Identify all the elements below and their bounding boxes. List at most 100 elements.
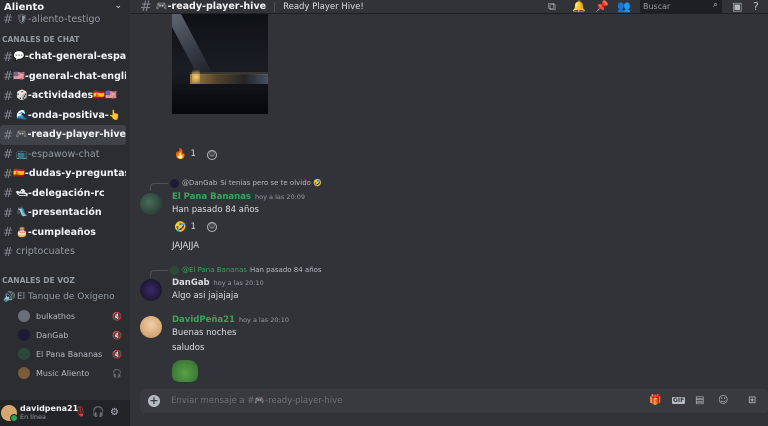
category-voice[interactable]: CANALES DE VOZ bbox=[0, 262, 130, 288]
voice-user[interactable]: bulkathos 🔇 bbox=[0, 307, 130, 326]
sidebar-channel[interactable]: #🇺🇸-general-chat-english bbox=[0, 67, 126, 87]
channel-list: #💬-chat-general-español#🇺🇸-general-chat-… bbox=[0, 47, 130, 262]
image-attachment[interactable] bbox=[172, 14, 268, 114]
avatar[interactable] bbox=[140, 316, 162, 338]
sticker-icon[interactable]: ▤ bbox=[695, 395, 704, 406]
channel-label: criptocuates bbox=[16, 246, 75, 258]
reply-reference[interactable]: @DanGab Si tenias pero se te olvido 🤣 bbox=[150, 178, 322, 191]
voice-user[interactable]: Music Aliento 🎧 bbox=[0, 364, 130, 383]
add-reaction-icon[interactable]: ☺ bbox=[207, 150, 217, 160]
reaction-count: 1 bbox=[190, 149, 196, 159]
sidebar-channel[interactable]: # 🎂-cumpleaños bbox=[0, 223, 126, 243]
search-input[interactable]: Buscar ⌕ bbox=[640, 0, 722, 13]
hash-icon: # bbox=[3, 147, 14, 162]
fire-emoji: 🔥 bbox=[174, 148, 187, 160]
user-status: En línea bbox=[20, 413, 47, 421]
sidebar-channel[interactable]: #💬-chat-general-español bbox=[0, 47, 126, 67]
sidebar-channel-top[interactable]: # 🛡-aliento-testigo bbox=[0, 14, 126, 24]
add-reaction-icon[interactable]: ☺ bbox=[207, 222, 217, 232]
voice-user[interactable]: DanGab 🔇 bbox=[0, 326, 130, 345]
user-panel: davidpena21 En línea 🎙 🎧 ⚙ bbox=[0, 400, 130, 426]
gift-icon[interactable]: 🎁 bbox=[649, 395, 661, 406]
members-icon[interactable]: 👥 bbox=[617, 0, 631, 13]
reaction-laugh[interactable]: 🤣 1 bbox=[174, 220, 196, 234]
avatar bbox=[18, 367, 30, 379]
hash-icon: # bbox=[3, 127, 14, 142]
message-author-line: DavidPeña21 hoy a las 20:10 bbox=[172, 315, 289, 325]
reply-author: @DanGab bbox=[182, 179, 218, 187]
user-info[interactable]: davidpena21 En línea bbox=[20, 404, 78, 422]
author-name[interactable]: El Pana Bananas bbox=[172, 192, 251, 202]
search-placeholder: Buscar bbox=[643, 2, 671, 11]
pepe-sticker[interactable] bbox=[172, 360, 198, 382]
laughing-emoji: 🤣 bbox=[174, 221, 187, 233]
voice-user-name: Music Aliento bbox=[36, 368, 90, 378]
avatar[interactable] bbox=[140, 193, 162, 215]
bell-icon[interactable]: 🔔 bbox=[572, 0, 586, 13]
mic-muted-icon[interactable]: 🎙 bbox=[74, 407, 87, 418]
emoji-icon[interactable]: ☺ bbox=[718, 395, 728, 406]
threads-icon[interactable]: ⧉ bbox=[548, 0, 556, 14]
channel-label: 💬-chat-general-español bbox=[13, 51, 126, 63]
apps-icon[interactable]: ⊞ bbox=[748, 395, 756, 406]
channel-label: 🎲-actividades🇪🇸🇺🇸 bbox=[16, 90, 117, 102]
hash-icon: # bbox=[3, 108, 14, 123]
sidebar-channel[interactable]: # 🛥-delegación-rc bbox=[0, 184, 126, 204]
voice-user[interactable]: El Pana Bananas 🔇 bbox=[0, 345, 130, 364]
reaction-fire[interactable]: 🔥 1 bbox=[174, 147, 196, 161]
plus-icon[interactable]: + bbox=[148, 395, 160, 407]
timestamp: hoy a las 20:09 bbox=[255, 193, 306, 201]
help-icon[interactable]: ? bbox=[753, 0, 759, 13]
message-author-line: El Pana Bananas hoy a las 20:09 bbox=[172, 192, 305, 202]
message-author-line: DanGab hoy a las 20:10 bbox=[172, 278, 264, 288]
hash-icon: # bbox=[140, 0, 152, 15]
avatar bbox=[18, 348, 30, 360]
avatar bbox=[18, 310, 30, 322]
reaction-count: 1 bbox=[190, 222, 196, 232]
author-name[interactable]: DavidPeña21 bbox=[172, 315, 235, 325]
sidebar-channel[interactable]: # 🎮-ready-player-hive bbox=[0, 125, 126, 145]
reply-author: @El Pana Bananas bbox=[182, 266, 247, 274]
sidebar-channel[interactable]: # 🎲-actividades🇪🇸🇺🇸 bbox=[0, 86, 126, 106]
server-name: Aliento bbox=[4, 1, 45, 13]
gear-icon[interactable]: ⚙ bbox=[110, 407, 119, 418]
sidebar-channel[interactable]: # criptocuates bbox=[0, 242, 126, 262]
timestamp: hoy a las 20:10 bbox=[213, 279, 264, 287]
avatar bbox=[18, 329, 30, 341]
message-list: 🔥 1 ☺ @DanGab Si tenias pero se te olvid… bbox=[130, 14, 768, 384]
author-name[interactable]: DanGab bbox=[172, 278, 210, 288]
sidebar-channel[interactable]: # 🛝-presentación bbox=[0, 203, 126, 223]
headphones-icon[interactable]: 🎧 bbox=[92, 407, 104, 418]
reply-text: Si tenias pero se te olvido 🤣 bbox=[220, 179, 322, 187]
avatar[interactable] bbox=[140, 279, 162, 301]
username: davidpena21 bbox=[20, 404, 79, 413]
hash-icon: # bbox=[3, 205, 14, 220]
sidebar-channel[interactable]: # 🇪🇸-dudas-y-preguntas bbox=[0, 164, 126, 184]
channel-topic[interactable]: Ready Player Hive! bbox=[283, 2, 364, 12]
timestamp: hoy a las 20:10 bbox=[238, 316, 289, 324]
voice-user-name: El Pana Bananas bbox=[36, 349, 103, 359]
message-text: Han pasado 84 años bbox=[172, 205, 259, 215]
gif-icon[interactable]: GIF bbox=[672, 397, 686, 404]
channel-label: 🛥-delegación-rc bbox=[16, 187, 105, 199]
category-chat[interactable]: CANALES DE CHAT bbox=[0, 24, 130, 47]
server-header[interactable]: Aliento ⌄ bbox=[0, 0, 130, 14]
sidebar-channel[interactable]: # 🌊-onda-positiva-👆 bbox=[0, 106, 126, 126]
inbox-icon[interactable]: ▣ bbox=[732, 0, 742, 13]
hash-icon: # bbox=[3, 49, 14, 64]
headphones-icon: 🎧 bbox=[112, 368, 122, 378]
voice-channel[interactable]: 🔊 El Tanque de Oxígeno bbox=[0, 288, 130, 307]
pin-icon[interactable]: 📌 bbox=[595, 0, 609, 13]
sidebar-channel[interactable]: # 📺-espawow-chat bbox=[0, 145, 126, 165]
channel-title: 🎮-ready-player-hive bbox=[155, 1, 267, 12]
composer-placeholder: Enviar mensaje a #🎮-ready-player-hive bbox=[171, 396, 343, 406]
message-text: Buenas noches bbox=[172, 328, 237, 338]
hash-icon: # bbox=[3, 14, 14, 24]
avatar[interactable] bbox=[1, 405, 18, 422]
voice-user-name: bulkathos bbox=[36, 311, 76, 321]
speaker-icon: 🔊 bbox=[3, 291, 16, 303]
voice-user-list: bulkathos 🔇 DanGab 🔇 El Pana Bananas 🔇 Music A… bbox=[0, 307, 130, 383]
hash-icon: # bbox=[3, 225, 14, 240]
reply-reference[interactable]: @El Pana Bananas Han pasado 84 años bbox=[150, 265, 322, 278]
hash-icon: # bbox=[3, 186, 14, 201]
